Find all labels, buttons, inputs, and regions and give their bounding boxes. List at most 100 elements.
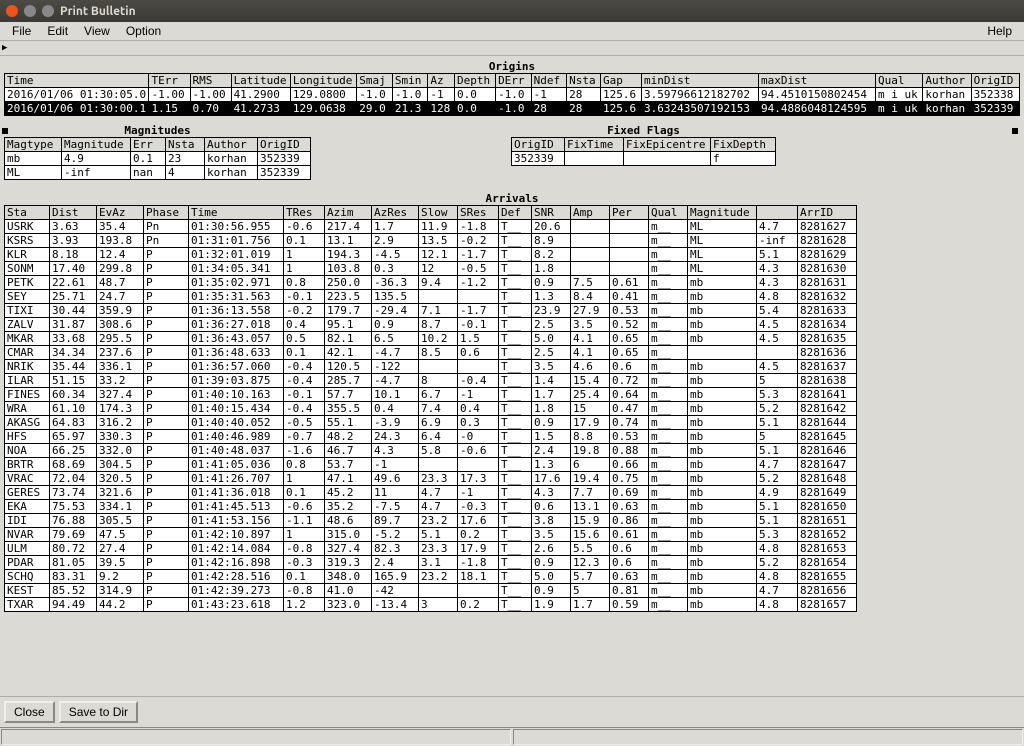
col-header[interactable]: Amp <box>571 206 610 220</box>
table-row[interactable]: PDAR81.0539.5P01:42:16.898-0.3319.32.43.… <box>5 556 857 570</box>
table-row[interactable]: NOA66.25332.0P01:40:48.037-1.646.74.35.8… <box>5 444 857 458</box>
col-header[interactable]: Magtype <box>5 138 62 152</box>
col-header[interactable]: Smin <box>392 74 428 88</box>
menu-view[interactable]: View <box>76 23 118 39</box>
col-header[interactable]: Slow <box>419 206 458 220</box>
table-row[interactable]: 352339f <box>512 152 776 166</box>
col-header[interactable]: FixTime <box>565 138 624 152</box>
table-row[interactable]: AKASG64.83316.2P01:40:40.052-0.555.1-3.9… <box>5 416 857 430</box>
origins-table[interactable]: TimeTErrRMSLatitudeLongitudeSmajSminAzDe… <box>4 73 1020 116</box>
table-row[interactable]: ILAR51.1533.2P01:39:03.875-0.4285.7-4.78… <box>5 374 857 388</box>
col-header[interactable]: minDist <box>642 74 759 88</box>
col-header[interactable]: OrigID <box>971 74 1019 88</box>
col-header[interactable]: Depth <box>455 74 496 88</box>
table-row[interactable]: ULM80.7227.4P01:42:14.084-0.8327.482.323… <box>5 542 857 556</box>
menubar: File Edit View Option Help <box>0 22 1024 41</box>
table-row[interactable]: KEST85.52314.9P01:42:39.273-0.841.0-42T_… <box>5 584 857 598</box>
col-header[interactable]: TErr <box>149 74 190 88</box>
col-header[interactable]: Err <box>131 138 166 152</box>
col-header[interactable]: Nsta <box>567 74 601 88</box>
col-header[interactable]: Time <box>5 74 149 88</box>
table-row[interactable]: BRTR68.69304.5P01:41:05.0360.853.7-1T__1… <box>5 458 857 472</box>
table-row[interactable]: VRAC72.04320.5P01:41:26.707147.149.623.3… <box>5 472 857 486</box>
menu-option[interactable]: Option <box>118 23 169 39</box>
table-row[interactable]: 2016/01/06 01:30:05.0-1.00-1.0041.290012… <box>5 88 1020 102</box>
col-header[interactable]: Qual <box>875 74 922 88</box>
table-row[interactable]: KLR8.1812.4P01:32:01.0191194.3-4.512.1-1… <box>5 248 857 262</box>
table-row[interactable]: MKAR33.68295.5P01:36:43.0570.582.16.510.… <box>5 332 857 346</box>
col-header[interactable]: ArrID <box>798 206 857 220</box>
col-header[interactable]: Def <box>499 206 532 220</box>
table-row[interactable]: USRK3.6335.4Pn01:30:56.955-0.6217.41.711… <box>5 220 857 234</box>
table-row[interactable]: WRA61.10174.3P01:40:15.434-0.4355.50.47.… <box>5 402 857 416</box>
table-row[interactable]: KSRS3.93193.8Pn01:31:01.7560.113.12.913.… <box>5 234 857 248</box>
col-header[interactable]: Magnitude <box>62 138 131 152</box>
table-row[interactable]: PETK22.6148.7P01:35:02.9710.8250.0-36.39… <box>5 276 857 290</box>
table-row[interactable]: SEY25.7124.7P01:35:31.563-0.1223.5135.5T… <box>5 290 857 304</box>
col-header[interactable]: Smaj <box>357 74 393 88</box>
menu-file[interactable]: File <box>4 23 39 39</box>
fixedflags-table[interactable]: OrigIDFixTimeFixEpicentreFixDepth352339f <box>511 137 776 166</box>
table-row[interactable]: SONM17.40299.8P01:34:05.3411103.80.312-0… <box>5 262 857 276</box>
table-row[interactable]: mb4.90.123korhan352339 <box>5 152 311 166</box>
table-row[interactable]: NVAR79.6947.5P01:42:10.8971315.0-5.25.10… <box>5 528 857 542</box>
table-row[interactable]: GERES73.74321.6P01:41:36.0180.145.2114.7… <box>5 486 857 500</box>
resize-handle-icon[interactable] <box>2 128 8 134</box>
col-header[interactable]: FixEpicentre <box>624 138 711 152</box>
col-header[interactable]: RMS <box>190 74 231 88</box>
fixedflags-title: Fixed Flags <box>511 124 776 137</box>
col-header[interactable]: Phase <box>144 206 189 220</box>
close-button[interactable]: Close <box>4 701 55 723</box>
col-header[interactable]: FixDepth <box>711 138 776 152</box>
resize-handle-icon[interactable] <box>1012 128 1018 134</box>
arrivals-table[interactable]: StaDistEvAzPhaseTimeTResAzimAzResSlowSRe… <box>4 205 857 612</box>
minimize-window-icon[interactable] <box>24 5 36 17</box>
col-header[interactable]: Author <box>205 138 258 152</box>
col-header[interactable]: EvAz <box>97 206 144 220</box>
table-row[interactable]: IDI76.88305.5P01:41:53.156-1.148.689.723… <box>5 514 857 528</box>
table-row[interactable]: SCHQ83.319.2P01:42:28.5160.1348.0165.923… <box>5 570 857 584</box>
table-row[interactable]: TIXI30.44359.9P01:36:13.558-0.2179.7-29.… <box>5 304 857 318</box>
col-header[interactable]: Per <box>610 206 649 220</box>
window-title: Print Bulletin <box>60 5 136 18</box>
col-header[interactable]: Author <box>923 74 971 88</box>
col-header[interactable]: DErr <box>496 74 532 88</box>
col-header[interactable]: TRes <box>284 206 325 220</box>
save-to-dir-button[interactable]: Save to Dir <box>59 701 138 723</box>
close-window-icon[interactable] <box>6 5 18 17</box>
col-header[interactable]: SRes <box>458 206 499 220</box>
table-row[interactable]: EKA75.53334.1P01:41:45.513-0.635.2-7.54.… <box>5 500 857 514</box>
table-row[interactable]: TXAR94.4944.2P01:43:23.6181.2323.0-13.43… <box>5 598 857 612</box>
table-row[interactable]: 2016/01/06 01:30:00.11.150.7041.2733129.… <box>5 102 1020 116</box>
col-header[interactable]: Gap <box>601 74 642 88</box>
magnitudes-table[interactable]: MagtypeMagnitudeErrNstaAuthorOrigIDmb4.9… <box>4 137 311 180</box>
col-header[interactable]: Dist <box>50 206 97 220</box>
maximize-window-icon[interactable] <box>42 5 54 17</box>
col-header[interactable]: Azim <box>325 206 372 220</box>
table-row[interactable]: ML-infnan4korhan352339 <box>5 166 311 180</box>
col-header[interactable]: AzRes <box>372 206 419 220</box>
col-header[interactable]: Latitude <box>231 74 290 88</box>
magnitudes-title: Magnitudes <box>4 124 311 137</box>
col-header[interactable]: OrigID <box>512 138 565 152</box>
table-row[interactable]: ZALV31.87308.6P01:36:27.0180.495.10.98.7… <box>5 318 857 332</box>
col-header[interactable]: Az <box>428 74 455 88</box>
col-header[interactable]: Longitude <box>290 74 356 88</box>
table-row[interactable]: CMAR34.34237.6P01:36:48.6330.142.1-4.78.… <box>5 346 857 360</box>
table-row[interactable]: HFS65.97330.3P01:40:46.989-0.748.224.36.… <box>5 430 857 444</box>
col-header[interactable]: Magnitude <box>688 206 757 220</box>
col-header[interactable]: Nsta <box>166 138 205 152</box>
col-header[interactable] <box>757 206 798 220</box>
col-header[interactable]: Sta <box>5 206 50 220</box>
menu-help[interactable]: Help <box>979 23 1020 39</box>
table-row[interactable]: FINES60.34327.4P01:40:10.163-0.157.710.1… <box>5 388 857 402</box>
col-header[interactable]: OrigID <box>258 138 311 152</box>
col-header[interactable]: SNR <box>532 206 571 220</box>
menu-edit[interactable]: Edit <box>39 23 76 39</box>
col-header[interactable]: Qual <box>649 206 688 220</box>
col-header[interactable]: maxDist <box>759 74 876 88</box>
col-header[interactable]: Ndef <box>531 74 567 88</box>
play-icon[interactable]: ▶ <box>2 43 7 53</box>
table-row[interactable]: NRIK35.44336.1P01:36:57.060-0.4120.5-122… <box>5 360 857 374</box>
col-header[interactable]: Time <box>189 206 284 220</box>
